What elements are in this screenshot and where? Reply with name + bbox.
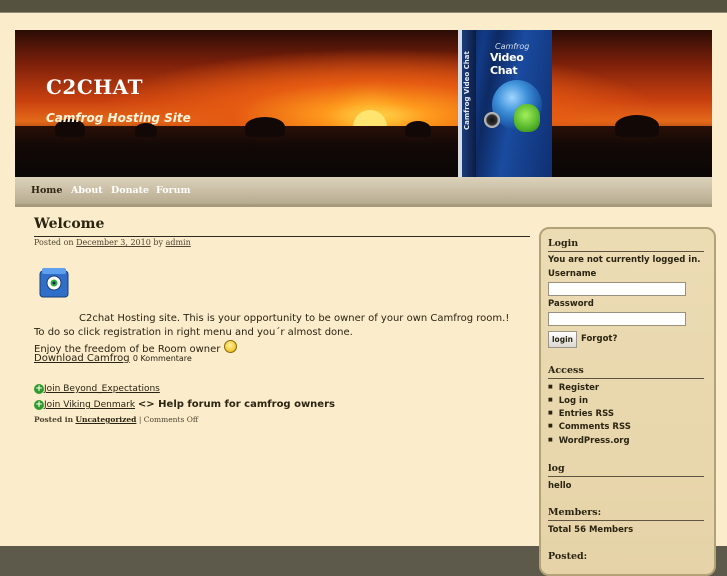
camfrog-product-box-image: Camfrog Video Chat Camfrog Video Chat bbox=[458, 30, 552, 177]
join-viking-link[interactable]: Join Viking Denmark bbox=[44, 400, 135, 410]
password-input[interactable] bbox=[548, 312, 686, 326]
by-label: by bbox=[153, 238, 164, 247]
access-item-comments-rss[interactable]: Comments RSS bbox=[548, 422, 631, 432]
members-widget-rule bbox=[548, 520, 704, 521]
posted-in-label: Posted in bbox=[34, 415, 74, 424]
nav-about[interactable]: About bbox=[71, 185, 103, 196]
post-date-link[interactable]: December 3, 2010 bbox=[76, 238, 151, 247]
nav-home[interactable]: Home bbox=[31, 185, 62, 196]
product-box-side-text: Camfrog Video Chat bbox=[463, 51, 471, 130]
post-author-link[interactable]: admin bbox=[166, 238, 191, 247]
help-forum-text: <> Help forum for camfrog owners bbox=[137, 399, 335, 410]
access-item-login[interactable]: Log in bbox=[548, 396, 588, 406]
download-row: Download Camfrog 0 Kommentare bbox=[34, 353, 192, 364]
page-wrapper: C2CHAT Camfrog Hosting Site Camfrog Vide… bbox=[0, 12, 727, 576]
log-widget-rule bbox=[548, 476, 704, 477]
join-beyond-row: +Join Beyond_Expectations bbox=[34, 384, 160, 394]
site-title[interactable]: C2CHAT bbox=[46, 75, 143, 99]
top-border bbox=[0, 0, 727, 12]
username-label: Username bbox=[548, 269, 597, 279]
posted-on-label: Posted on bbox=[34, 238, 74, 247]
access-item-register[interactable]: Register bbox=[548, 383, 599, 393]
treeline-silhouette bbox=[15, 115, 712, 177]
site-tagline: Camfrog Hosting Site bbox=[46, 111, 191, 125]
post-meta: Posted on December 3, 2010 by admin bbox=[34, 238, 191, 247]
post-text-line-2: To do so click registration in right men… bbox=[34, 327, 353, 338]
sidebar: Login You are not currently logged in. U… bbox=[539, 227, 716, 576]
username-input[interactable] bbox=[548, 282, 686, 296]
join-beyond-link[interactable]: Join Beyond_Expectations bbox=[44, 384, 160, 394]
login-widget-rule bbox=[548, 251, 704, 252]
main-navigation: Home About Donate Forum bbox=[15, 177, 712, 207]
join-viking-row: +Join Viking Denmark <> Help forum for c… bbox=[34, 399, 335, 410]
webcam-icon bbox=[484, 112, 500, 128]
post-title[interactable]: Welcome bbox=[34, 216, 104, 232]
login-button[interactable]: login bbox=[548, 331, 577, 348]
posted-widget-title: Posted: bbox=[548, 551, 588, 562]
members-widget-title: Members: bbox=[548, 507, 602, 518]
access-item-wordpress[interactable]: WordPress.org bbox=[548, 436, 630, 446]
nav-donate[interactable]: Donate bbox=[111, 185, 149, 196]
frog-mascot-icon bbox=[514, 104, 540, 132]
site-header-banner: C2CHAT Camfrog Hosting Site Camfrog Vide… bbox=[15, 30, 712, 177]
plus-circle-icon: + bbox=[34, 384, 44, 394]
footer-separator: | bbox=[138, 415, 142, 424]
log-widget-text: hello bbox=[548, 481, 572, 491]
comments-count: 0 Kommentare bbox=[132, 354, 192, 363]
post-text-line-1: C2chat Hosting site. This is your opport… bbox=[79, 313, 510, 324]
login-widget-title: Login bbox=[548, 238, 579, 249]
login-status-text: You are not currently logged in. bbox=[548, 255, 701, 265]
plus-circle-icon: + bbox=[34, 400, 44, 410]
nav-forum[interactable]: Forum bbox=[156, 185, 191, 196]
product-box-name: Video Chat bbox=[490, 51, 524, 77]
access-widget-title: Access bbox=[548, 365, 584, 376]
password-label: Password bbox=[548, 299, 594, 309]
access-widget-rule bbox=[548, 378, 704, 379]
product-box-brand: Camfrog bbox=[495, 42, 530, 51]
access-item-entries-rss[interactable]: Entries RSS bbox=[548, 409, 614, 419]
post-footer: Posted in Uncategorized | Comments Off bbox=[34, 415, 198, 424]
download-camfrog-link[interactable]: Download Camfrog bbox=[34, 353, 130, 364]
comments-off-text: Comments Off bbox=[143, 415, 199, 424]
forgot-password-link[interactable]: Forgot? bbox=[581, 334, 617, 344]
camfrog-camera-icon bbox=[39, 268, 69, 298]
smiley-icon bbox=[223, 340, 237, 353]
log-widget-title: log bbox=[548, 463, 565, 474]
category-link[interactable]: Uncategorized bbox=[75, 415, 136, 424]
members-count-text: Total 56 Members bbox=[548, 525, 634, 535]
title-divider bbox=[34, 236, 530, 237]
